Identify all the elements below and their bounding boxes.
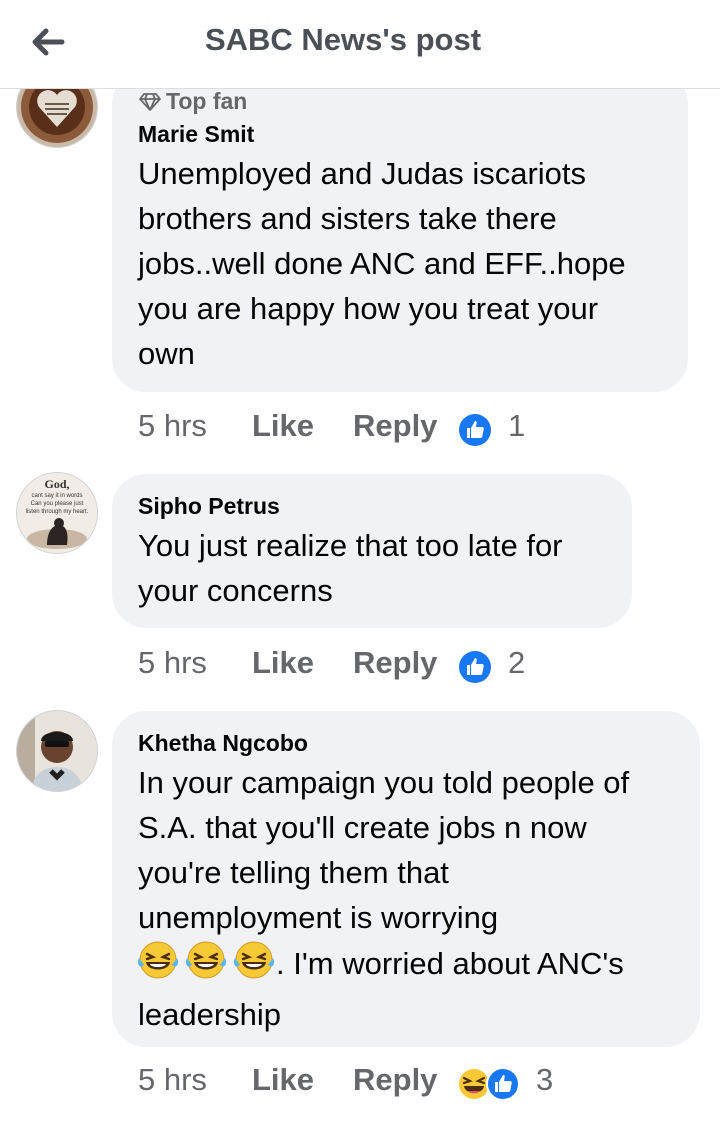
laugh-emoji-icon [233, 941, 275, 979]
comment-line: unemployment is worrying [138, 900, 499, 935]
like-reaction-icon[interactable] [458, 413, 492, 447]
haha-like-reactions-icon[interactable] [456, 1066, 524, 1102]
avatar[interactable]: God, cant say it in words Can you please… [16, 472, 98, 554]
comment-time: 5 hrs [138, 408, 207, 443]
comment-line: own [138, 336, 195, 371]
comment-author[interactable]: Khetha Ngcobo [138, 730, 308, 757]
comment-time: 5 hrs [138, 1062, 207, 1097]
comment-actions: 5 hrs Like Reply 3 [138, 1062, 698, 1102]
reaction-count: 1 [508, 408, 526, 443]
top-fan-badge: Top fan [138, 88, 247, 115]
like-button[interactable]: Like [252, 645, 314, 681]
reply-button[interactable]: Reply [353, 408, 437, 444]
avatar-image [17, 711, 97, 791]
top-fan-label: Top fan [166, 88, 248, 114]
reaction-count: 3 [536, 1062, 554, 1097]
comment-line: brothers and sisters take there [138, 201, 557, 236]
avatar-text-4: listen through my heart. [26, 509, 89, 515]
avatar-image: God, cant say it in words Can you please… [17, 473, 97, 553]
comment-line: In your campaign you told people of [138, 765, 630, 800]
like-button[interactable]: Like [252, 408, 314, 444]
comment-line: jobs..well done ANC and EFF..hope [138, 246, 626, 281]
comment-actions: 5 hrs Like Reply 1 [138, 408, 698, 448]
reply-button[interactable]: Reply [353, 1062, 437, 1098]
comment-line: leadership [138, 997, 282, 1032]
comment-line: S.A. that you'll create jobs n now [138, 810, 587, 845]
comment-line: . I'm worried about ANC's [276, 946, 624, 981]
like-button[interactable]: Like [252, 1062, 314, 1098]
avatar-text-3: Can you please just [31, 501, 84, 507]
page-title: SABC News's post [204, 22, 482, 57]
avatar-text-1: God, [44, 477, 69, 491]
comment-time: 5 hrs [138, 645, 207, 680]
comment-text: Unemployed and Judas iscariots brothers … [138, 151, 626, 376]
comment-line: you are happy how you treat your [138, 291, 599, 326]
comment-actions: 5 hrs Like Reply 2 [138, 645, 698, 685]
diamond-icon [139, 93, 161, 111]
comment-line: you're telling them that [138, 855, 449, 890]
laugh-emoji-icon [137, 941, 179, 979]
avatar[interactable] [16, 710, 98, 792]
reaction-count: 2 [508, 645, 526, 680]
like-reaction-icon [486, 1067, 520, 1101]
comment-text: You just realize that too late for your … [138, 523, 563, 613]
comment-line-with-emoji: . I'm worried about ANC's [137, 940, 629, 992]
comment-line: Unemployed and Judas iscariots [138, 156, 587, 191]
like-reaction-icon[interactable] [458, 650, 492, 684]
comment-text: In your campaign you told people of S.A.… [137, 760, 630, 1037]
laugh-emoji-icon [185, 941, 227, 979]
header-bar: SABC News's post [0, 0, 720, 89]
avatar-text-2: cant say it in words [31, 493, 82, 499]
laughing-tears-emojis [137, 940, 276, 992]
haha-reaction-icon [457, 1067, 491, 1101]
comment-author[interactable]: Sipho Petrus [138, 493, 280, 520]
comment-author[interactable]: Marie Smit [138, 121, 254, 148]
reply-button[interactable]: Reply [353, 645, 437, 681]
comment-line: You just realize that too late for [138, 528, 563, 563]
comment-line: your concerns [138, 573, 333, 608]
